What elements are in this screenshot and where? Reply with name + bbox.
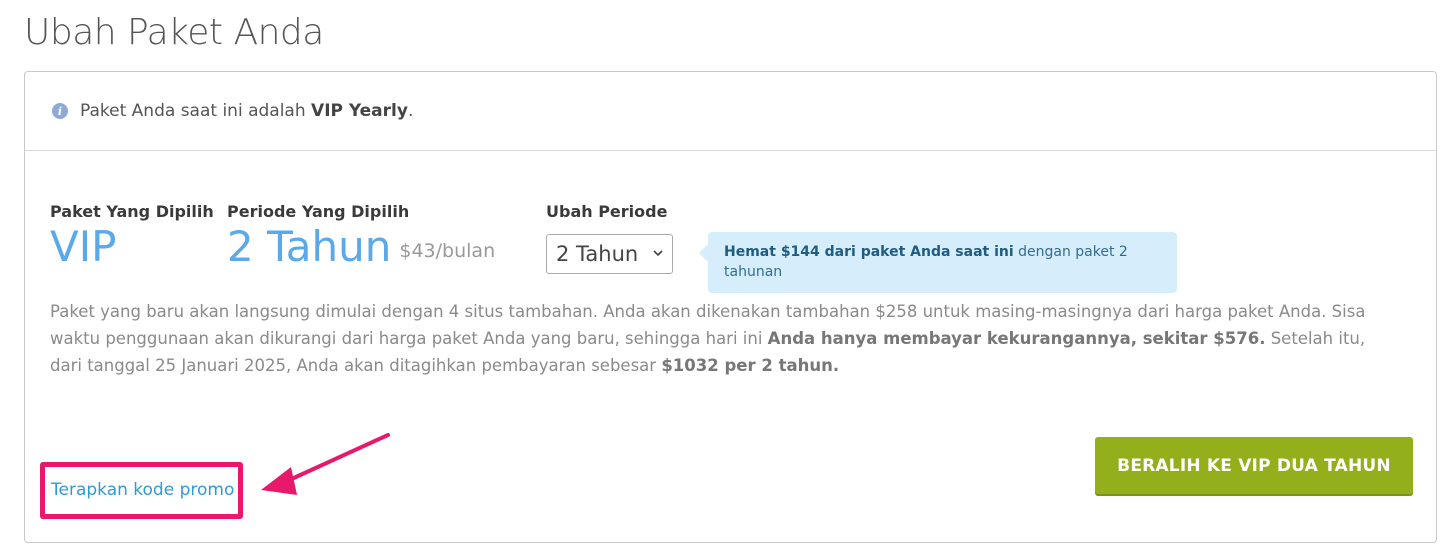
- plan-change-description: Paket yang baru akan langsung dimulai de…: [50, 302, 1366, 375]
- current-plan-text: Paket Anda saat ini adalah VIP Yearly.: [80, 101, 414, 121]
- selected-plan-column: Paket Yang Dipilih VIP: [50, 202, 214, 273]
- switch-plan-button[interactable]: BERALIH KE VIP DUA TAHUN: [1095, 437, 1413, 494]
- price-per-month: $43/bulan: [399, 240, 496, 262]
- change-period-label: Ubah Periode: [546, 202, 668, 221]
- description-recurring-amount: $1032 per 2 tahun.: [661, 356, 840, 375]
- selected-period-value: 2 Tahun: [227, 222, 392, 271]
- selected-plan-value: VIP: [50, 222, 117, 271]
- description-amount-today: Anda hanya membayar kekurangannya, sekit…: [767, 329, 1266, 348]
- change-period-column: Ubah Periode: [546, 202, 667, 221]
- info-icon: i: [52, 103, 68, 119]
- period-select[interactable]: 2 Tahun: [546, 234, 673, 274]
- annotation-arrow-icon: [261, 433, 390, 495]
- savings-highlight: Hemat $144 dari paket Anda saat ini: [724, 244, 1014, 260]
- current-plan-name: VIP Yearly: [311, 101, 408, 121]
- apply-promo-code-link[interactable]: Terapkan kode promo: [51, 480, 234, 500]
- selected-plan-label: Paket Yang Dipilih: [50, 202, 214, 221]
- chevron-down-icon: [652, 245, 664, 265]
- page-title: Ubah Paket Anda: [24, 12, 324, 53]
- plan-change-card: i Paket Anda saat ini adalah VIP Yearly.…: [24, 71, 1437, 543]
- current-plan-notice: i Paket Anda saat ini adalah VIP Yearly.: [25, 72, 1436, 151]
- savings-callout: Hemat $144 dari paket Anda saat ini deng…: [699, 232, 1177, 293]
- selected-period-label: Periode Yang Dipilih: [227, 202, 410, 221]
- selected-period-column: Periode Yang Dipilih 2 Tahun $43/bulan: [227, 202, 495, 277]
- period-select-value: 2 Tahun: [556, 242, 639, 266]
